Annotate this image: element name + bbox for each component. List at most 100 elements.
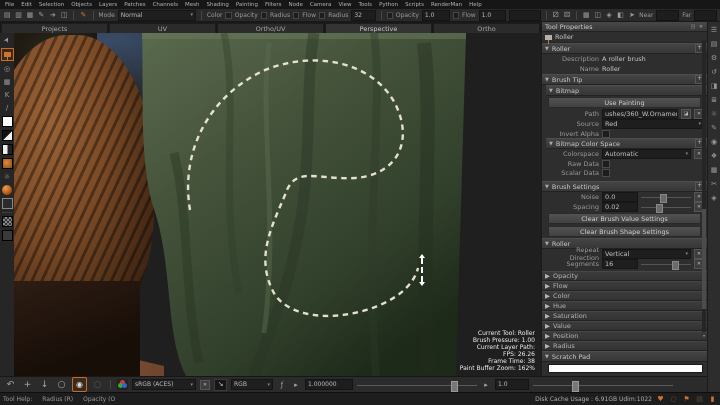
- menu-channels[interactable]: Channels: [150, 2, 181, 8]
- open-project-icon[interactable]: ▥: [14, 10, 22, 21]
- new-project-icon[interactable]: ▤: [3, 10, 11, 21]
- lights-palette-icon[interactable]: ☼: [709, 109, 720, 119]
- panel-scrollbar[interactable]: ▾: [702, 40, 706, 332]
- colorspace-display-dropdown[interactable]: sRGB (ACES) ▾: [132, 379, 196, 390]
- gain-slider[interactable]: [533, 380, 673, 390]
- far-field[interactable]: [694, 10, 717, 21]
- gain-reset-icon[interactable]: ▸: [481, 378, 491, 392]
- texture-swatch[interactable]: [2, 158, 13, 169]
- menu-selection[interactable]: Selection: [36, 2, 67, 8]
- edit-icon[interactable]: ✎: [37, 10, 45, 21]
- menu-scripts[interactable]: Scripts: [402, 2, 427, 8]
- export-icon[interactable]: ➔: [49, 10, 57, 21]
- menu-camera[interactable]: Camera: [307, 2, 335, 8]
- exposure-slider[interactable]: [357, 380, 477, 390]
- section-radius[interactable]: ▶ Radius: [542, 341, 707, 351]
- status-circle-icon[interactable]: ○: [669, 395, 678, 403]
- opacity-field[interactable]: 1.0: [422, 10, 450, 21]
- segments-field[interactable]: 16: [602, 259, 638, 269]
- panel-header[interactable]: Tool Properties ◳ ✕: [542, 22, 707, 32]
- exposure-field[interactable]: 1.000000: [305, 379, 353, 390]
- invert-alpha-checkbox[interactable]: [602, 130, 610, 138]
- flow-field[interactable]: 1.0: [479, 10, 507, 21]
- drop-paint-icon[interactable]: ↓: [38, 378, 51, 392]
- noise-slider[interactable]: [641, 193, 691, 201]
- link-opacity-checkbox[interactable]: [261, 12, 267, 19]
- menu-painting[interactable]: Painting: [233, 2, 261, 8]
- menu-layers[interactable]: Layers: [96, 2, 120, 8]
- panel-float-icon[interactable]: ◳: [690, 24, 696, 30]
- colorspace-reset-icon[interactable]: ✕: [200, 380, 210, 390]
- shading-sphere-icon[interactable]: [2, 185, 12, 195]
- use-painting-button[interactable]: Use Painting: [548, 97, 701, 108]
- tab-projects[interactable]: Projects: [1, 23, 108, 33]
- falloff-dropdown[interactable]: [509, 10, 540, 21]
- menu-palette-icon[interactable]: ☰: [709, 25, 720, 35]
- raw-data-checkbox[interactable]: [602, 160, 610, 168]
- path-field[interactable]: ushes/360_W.OrnamentTrim_6_1.png: [602, 109, 678, 119]
- objects-palette-icon[interactable]: ❖: [709, 151, 720, 161]
- panel-close-icon[interactable]: ✕: [698, 24, 704, 30]
- canvas-mode-button[interactable]: [2, 198, 13, 209]
- near-field[interactable]: [656, 10, 679, 21]
- tray-icon[interactable]: ▤: [695, 395, 704, 403]
- radius-field[interactable]: 32: [351, 10, 375, 21]
- brush-editor-icon[interactable]: ✎: [709, 123, 720, 133]
- menu-renderman[interactable]: RenderMan: [428, 2, 465, 8]
- symmetry-icon[interactable]: ◈: [605, 10, 613, 21]
- menu-python[interactable]: Python: [376, 2, 401, 8]
- scrollbar-thumb[interactable]: [702, 209, 706, 308]
- section-saturation[interactable]: ▶ Saturation: [542, 311, 707, 321]
- menu-node[interactable]: Node: [285, 2, 305, 8]
- spacing-field[interactable]: 0.02: [602, 202, 638, 212]
- section-opacity[interactable]: ▶ Opacity: [542, 271, 707, 281]
- opacity-checkbox[interactable]: [387, 12, 393, 19]
- menu-file[interactable]: File: [2, 2, 17, 8]
- menu-view[interactable]: View: [335, 2, 354, 8]
- segments-slider[interactable]: [641, 260, 691, 268]
- section-hue[interactable]: ▶ Hue: [542, 301, 707, 311]
- navigate-icon[interactable]: ➤: [628, 10, 636, 21]
- circle-select-icon[interactable]: ○: [91, 378, 104, 392]
- eyedropper-icon[interactable]: ◎: [2, 64, 12, 74]
- color-manager-icon[interactable]: [117, 379, 128, 390]
- source-dropdown[interactable]: Red ▾: [602, 119, 704, 129]
- section-position[interactable]: ▶ Position: [542, 331, 707, 341]
- tab-uv[interactable]: UV: [109, 23, 216, 33]
- settings-palette-icon[interactable]: ⚙: [709, 53, 720, 63]
- tab-ortho[interactable]: Ortho: [433, 23, 540, 33]
- menu-mesh[interactable]: Mesh: [182, 2, 202, 8]
- jitter-icon[interactable]: ⚂: [552, 10, 560, 21]
- section-brush-settings[interactable]: ▼ Brush Settings +: [542, 181, 707, 192]
- link-flow-checkbox[interactable]: [319, 12, 325, 19]
- spacing-slider[interactable]: [641, 203, 691, 211]
- section-scratch-pad[interactable]: ▼ Scratch Pad: [542, 351, 707, 362]
- browse-folder-icon[interactable]: ◪: [681, 109, 691, 119]
- colorspace-dropdown[interactable]: Automatic ▾: [602, 149, 691, 159]
- clear-brush-shape-settings-button[interactable]: Clear Brush Shape Settings: [548, 226, 701, 237]
- light-icon[interactable]: ☼: [2, 172, 12, 182]
- scalar-data-checkbox[interactable]: [602, 169, 610, 177]
- flow-checkbox[interactable]: [453, 12, 459, 19]
- noise-field[interactable]: 0.0: [602, 192, 638, 202]
- swap-colors-swatch[interactable]: [2, 144, 13, 155]
- tab-ortho-uv[interactable]: Ortho/UV: [217, 23, 324, 33]
- background-color-swatch[interactable]: [2, 130, 13, 141]
- move-icon[interactable]: +: [21, 378, 34, 392]
- channels-palette-icon[interactable]: ◨: [709, 81, 720, 91]
- repeat-direction-dropdown[interactable]: Vertical ▾: [602, 249, 691, 259]
- menu-tools[interactable]: Tools: [356, 2, 376, 8]
- line-tool-icon[interactable]: ∕: [2, 103, 12, 113]
- section-roller[interactable]: ▼ Roller +: [542, 43, 707, 54]
- heart-icon[interactable]: ♥: [656, 395, 665, 403]
- colors-palette-icon[interactable]: ◉: [709, 137, 720, 147]
- link-color-checkbox[interactable]: [225, 12, 231, 19]
- python-palette-icon[interactable]: ◈: [709, 193, 720, 203]
- section-value[interactable]: ▶ Value: [542, 321, 707, 331]
- history-palette-icon[interactable]: ↺: [709, 67, 720, 77]
- link-radius-checkbox[interactable]: [293, 12, 299, 19]
- menu-shading[interactable]: Shading: [204, 2, 232, 8]
- menu-patches[interactable]: Patches: [121, 2, 148, 8]
- tab-perspective[interactable]: Perspective: [325, 23, 432, 33]
- mirror-icon[interactable]: ◫: [594, 10, 602, 21]
